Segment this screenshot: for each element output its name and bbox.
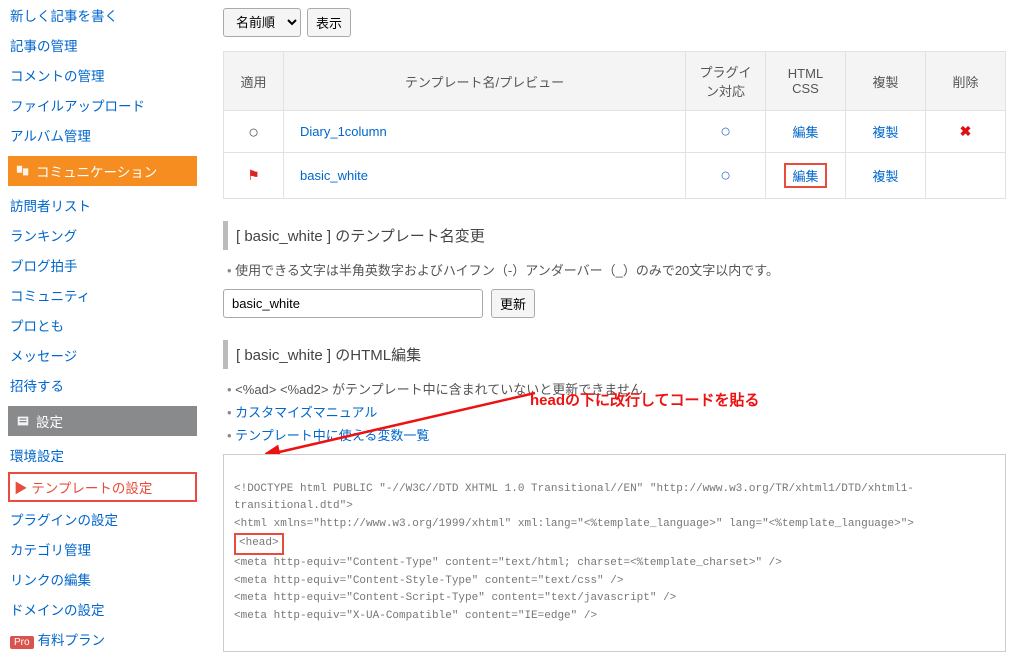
main-content: 名前順 表示 適用 テンプレート名/プレビュー プラグイン対応 HTMLCSS … [205, 0, 1024, 662]
sidebar-header-settings: 設定 [8, 406, 197, 436]
code-line: <meta http-equiv="Content-Type" content=… [234, 557, 782, 569]
th-dup: 複製 [846, 52, 926, 111]
sidebar-item-template-settings-label: テンプレートの設定 [31, 481, 152, 496]
variables-list-link[interactable]: テンプレート中に使える変数一覧 [235, 428, 429, 443]
template-name-link[interactable]: basic_white [300, 168, 368, 183]
sidebar-item-paid-plan[interactable]: Pro 有料プラン [8, 624, 197, 654]
rename-input[interactable] [223, 289, 483, 318]
sidebar-item-manage-posts[interactable]: 記事の管理 [8, 30, 197, 60]
sidebar-item-manage-comments[interactable]: コメントの管理 [8, 60, 197, 90]
plugin-ok-icon: ○ [720, 121, 731, 141]
customize-manual-link[interactable]: カスタマイズマニュアル [235, 405, 377, 420]
sidebar-header-settings-label: 設定 [36, 411, 63, 431]
apply-radio[interactable]: ○ [248, 122, 259, 142]
code-head-highlight: <head> [234, 533, 284, 555]
show-button[interactable]: 表示 [307, 8, 351, 37]
sidebar-item-new-post[interactable]: 新しく記事を書く [8, 0, 197, 30]
edit-link[interactable]: 編集 [792, 169, 818, 184]
code-line: <!DOCTYPE html PUBLIC "-//W3C//DTD XHTML… [234, 483, 914, 513]
sidebar-item-category[interactable]: カテゴリ管理 [8, 534, 197, 564]
sidebar-item-ranking[interactable]: ランキング [8, 220, 197, 250]
sidebar-item-env[interactable]: 環境設定 [8, 440, 197, 470]
sidebar-item-protomo[interactable]: プロとも [8, 310, 197, 340]
code-line: <meta http-equiv="X-UA-Compatible" conte… [234, 610, 597, 622]
sidebar-item-visitors[interactable]: 訪問者リスト [8, 190, 197, 220]
sidebar-item-applause[interactable]: ブログ拍手 [8, 250, 197, 280]
rename-note: 使用できる文字は半角英数字およびハイフン（-）アンダーバー（_）のみで20文字以… [227, 260, 1006, 279]
sidebar-item-message[interactable]: メッセージ [8, 340, 197, 370]
code-line: <html xmlns="http://www.w3.org/1999/xhtm… [234, 518, 914, 530]
table-row: ○ Diary_1column ○ 編集 複製 ✖ [224, 111, 1006, 153]
sidebar-header-communication-label: コミュニケーション [36, 161, 157, 181]
settings-icon [16, 414, 30, 428]
th-name: テンプレート名/プレビュー [284, 52, 686, 111]
sidebar-item-file-upload[interactable]: ファイルアップロード [8, 90, 197, 120]
htmledit-section-title: [ basic_white ] のHTML編集 [223, 340, 1006, 369]
sidebar: 新しく記事を書く 記事の管理 コメントの管理 ファイルアップロード アルバム管理… [0, 0, 205, 662]
update-button[interactable]: 更新 [491, 289, 535, 318]
sidebar-paid-plan-label: 有料プラン [38, 633, 106, 648]
sidebar-item-template-settings[interactable]: ▶ テンプレートの設定 [8, 472, 197, 502]
sidebar-item-album[interactable]: アルバム管理 [8, 120, 197, 150]
rename-section-title: [ basic_white ] のテンプレート名変更 [223, 221, 1006, 250]
html-code-editor[interactable]: <!DOCTYPE html PUBLIC "-//W3C//DTD XHTML… [223, 454, 1006, 652]
th-del: 削除 [926, 52, 1006, 111]
sort-select[interactable]: 名前順 [223, 8, 301, 37]
apply-flag-icon[interactable]: ⚑ [247, 167, 260, 183]
duplicate-link[interactable]: 複製 [872, 125, 898, 140]
sidebar-item-invite[interactable]: 招待する [8, 370, 197, 400]
th-htmlcss: HTMLCSS [766, 52, 846, 111]
th-apply: 適用 [224, 52, 284, 111]
sidebar-item-plugin[interactable]: プラグインの設定 [8, 504, 197, 534]
delete-icon[interactable]: ✖ [960, 123, 972, 139]
template-table: 適用 テンプレート名/プレビュー プラグイン対応 HTMLCSS 複製 削除 ○… [223, 51, 1006, 199]
communication-icon [16, 164, 30, 178]
sidebar-item-link-edit[interactable]: リンクの編集 [8, 564, 197, 594]
plugin-ok-icon: ○ [720, 165, 731, 185]
sidebar-item-community[interactable]: コミュニティ [8, 280, 197, 310]
pro-badge: Pro [10, 636, 34, 649]
template-name-link[interactable]: Diary_1column [300, 124, 387, 139]
top-controls: 名前順 表示 [223, 8, 1006, 37]
htmledit-note1: <%ad> <%ad2> がテンプレート中に含まれていないと更新できません [227, 379, 1006, 398]
code-line: <meta http-equiv="Content-Script-Type" c… [234, 592, 676, 604]
sidebar-item-domain[interactable]: ドメインの設定 [8, 594, 197, 624]
table-row: ⚑ basic_white ○ 編集 複製 [224, 153, 1006, 199]
edit-link[interactable]: 編集 [792, 125, 818, 140]
duplicate-link[interactable]: 複製 [872, 169, 898, 184]
sidebar-header-communication: コミュニケーション [8, 156, 197, 186]
code-line: <meta http-equiv="Content-Style-Type" co… [234, 575, 623, 587]
th-plugin: プラグイン対応 [686, 52, 766, 111]
